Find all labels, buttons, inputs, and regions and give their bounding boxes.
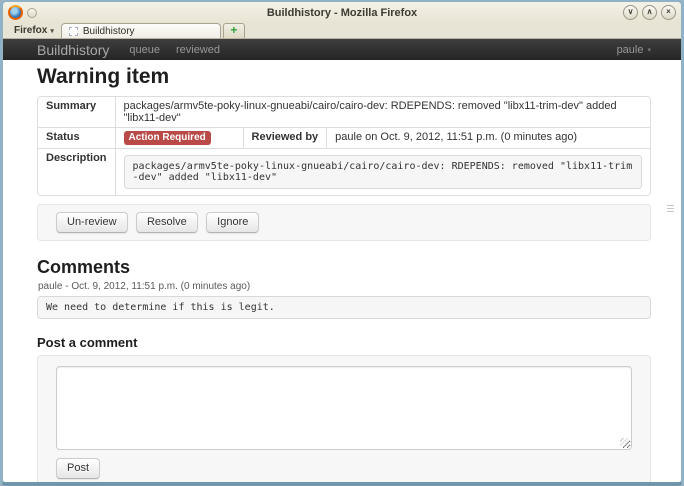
post-comment-panel: Post <box>37 355 651 486</box>
description-cell: packages/armv5te-poky-linux-gnueabi/cair… <box>115 148 650 195</box>
comment-item: paule - Oct. 9, 2012, 11:51 p.m. (0 minu… <box>37 281 651 325</box>
close-icon[interactable]: × <box>661 5 676 20</box>
tab-title: Buildhistory <box>83 26 135 37</box>
ignore-button[interactable]: Ignore <box>206 212 259 233</box>
tab-bar: Firefox ▾ Buildhistory + <box>3 23 681 39</box>
app-navbar: Buildhistory queue reviewed paule ▾ <box>3 39 681 60</box>
window-title: Buildhistory - Mozilla Firefox <box>3 7 681 19</box>
chevron-down-icon: ▾ <box>647 46 651 54</box>
page-title: Warning item <box>37 65 651 89</box>
new-tab-button[interactable]: + <box>223 23 245 38</box>
comment-input[interactable] <box>56 366 632 450</box>
comment-body: We need to determine if this is legit. <box>37 296 651 319</box>
user-dropdown[interactable]: paule ▾ <box>617 44 651 56</box>
nav-link-queue[interactable]: queue <box>129 44 160 56</box>
nav-link-reviewed[interactable]: reviewed <box>176 44 220 56</box>
status-cell: Action Required <box>115 127 243 148</box>
browser-viewport: Buildhistory queue reviewed paule ▾ Warn… <box>3 39 681 486</box>
page-content: Warning item Summary packages/armv5te-po… <box>3 60 681 486</box>
firefox-logo-icon <box>8 5 23 20</box>
firefox-menu-label: Firefox <box>14 25 47 36</box>
reviewed-by-value: paule on Oct. 9, 2012, 11:51 p.m. (0 min… <box>326 127 650 148</box>
window-menu-icon[interactable] <box>27 8 37 18</box>
favicon-placeholder-icon <box>69 27 78 36</box>
table-row: Status Action Required Reviewed by paule… <box>38 127 650 148</box>
post-button[interactable]: Post <box>56 458 100 479</box>
window-controls: ∨ ∧ × <box>623 5 676 20</box>
user-name: paule <box>617 44 644 56</box>
un-review-button[interactable]: Un-review <box>56 212 128 233</box>
status-badge: Action Required <box>124 131 211 145</box>
description-label: Description <box>38 148 115 195</box>
comment-byline: paule - Oct. 9, 2012, 11:51 p.m. (0 minu… <box>38 281 651 292</box>
firefox-window: Buildhistory - Mozilla Firefox ∨ ∧ × Fir… <box>0 0 684 486</box>
navbar-brand[interactable]: Buildhistory <box>37 42 109 58</box>
details-table: Summary packages/armv5te-poky-linux-gnue… <box>37 96 651 196</box>
comments-heading: Comments <box>37 257 651 278</box>
table-row: Description packages/armv5te-poky-linux-… <box>38 148 650 195</box>
firefox-menu-button[interactable]: Firefox ▾ <box>10 24 60 38</box>
status-label: Status <box>38 127 115 148</box>
reviewed-by-label: Reviewed by <box>243 127 327 148</box>
maximize-icon[interactable]: ∧ <box>642 5 657 20</box>
summary-value: packages/armv5te-poky-linux-gnueabi/cair… <box>115 97 650 127</box>
actions-panel: Un-review Resolve Ignore <box>37 204 651 241</box>
summary-label: Summary <box>38 97 115 127</box>
description-code: packages/armv5te-poky-linux-gnueabi/cair… <box>124 155 642 189</box>
minimize-icon[interactable]: ∨ <box>623 5 638 20</box>
table-row: Summary packages/armv5te-poky-linux-gnue… <box>38 97 650 127</box>
post-comment-heading: Post a comment <box>37 335 651 350</box>
chevron-down-icon: ▾ <box>50 27 54 35</box>
scrollbar-thumb[interactable] <box>667 205 674 213</box>
tab-buildhistory[interactable]: Buildhistory <box>61 23 221 38</box>
window-titlebar: Buildhistory - Mozilla Firefox ∨ ∧ × <box>3 2 681 23</box>
resolve-button[interactable]: Resolve <box>136 212 198 233</box>
